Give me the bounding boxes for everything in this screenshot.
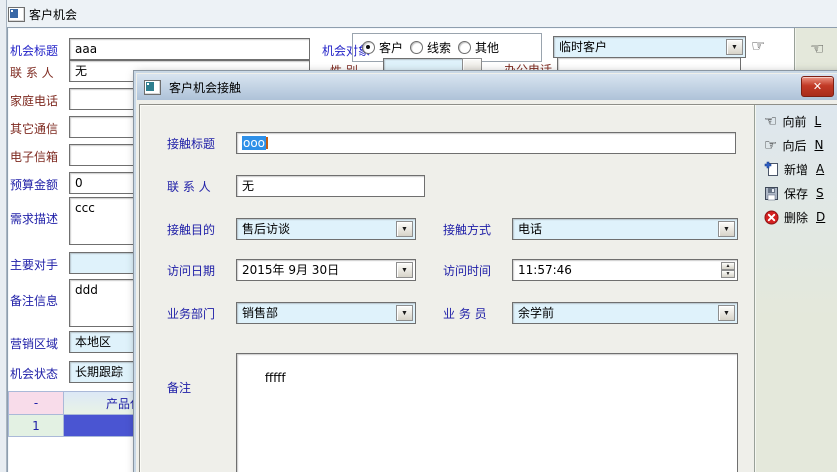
salesman-combo[interactable]: 余学前 ▼: [512, 302, 738, 324]
visit-date-picker[interactable]: 2015年 9月 30日 ▼: [236, 259, 416, 281]
target-combo[interactable]: 临时客户 ▼: [553, 36, 746, 58]
contact-label: 联 系 人: [10, 66, 54, 80]
visit-time-label: 访问时间: [443, 264, 491, 278]
dialog-title: 客户机会接触: [169, 79, 241, 96]
remark-label: 备注: [167, 381, 191, 395]
new-button[interactable]: 新增A: [764, 159, 824, 179]
department-label: 业务部门: [167, 307, 215, 321]
status-label: 机会状态: [10, 367, 58, 381]
main-window-button-panel: ☜: [794, 28, 837, 70]
grid-selected-cell[interactable]: [63, 414, 143, 437]
delete-circle-icon: [764, 210, 779, 225]
remark-textarea[interactable]: fffff: [236, 353, 738, 472]
visit-date-label: 访问日期: [167, 264, 215, 278]
hand-right-icon: ☞: [764, 138, 777, 153]
grid-header-rowmark[interactable]: -: [8, 391, 64, 415]
note-label: 备注信息: [10, 294, 58, 308]
salesman-label: 业 务 员: [443, 307, 487, 321]
selected-text: ooo: [242, 136, 266, 150]
radio-icon: [410, 41, 423, 54]
nav-prev-button[interactable]: ☜ 向前L: [764, 111, 821, 131]
save-floppy-icon: [764, 186, 779, 201]
contact-person-label: 联 系 人: [167, 180, 211, 194]
dropdown-arrow-icon[interactable]: ▼: [718, 305, 735, 321]
radio-icon: [458, 41, 471, 54]
method-combo[interactable]: 电话 ▼: [512, 218, 738, 240]
spinner-down-icon[interactable]: ▼: [721, 270, 735, 278]
purpose-combo[interactable]: 售后访谈 ▼: [236, 218, 416, 240]
contact-title-label: 接触标题: [167, 137, 215, 151]
save-button[interactable]: 保存S: [764, 183, 824, 203]
opportunity-title-label: 机会标题: [10, 44, 58, 58]
dropdown-arrow-icon[interactable]: ▼: [396, 305, 413, 321]
radio-other[interactable]: 其他: [458, 39, 499, 56]
dropdown-arrow-icon[interactable]: ▼: [726, 39, 743, 55]
visit-time-spinner[interactable]: 11:57:46 ▲ ▼: [512, 259, 738, 281]
text-caret: [266, 137, 268, 149]
delete-button[interactable]: 删除D: [764, 207, 825, 227]
grid-row-number[interactable]: 1: [8, 414, 64, 437]
radio-lead[interactable]: 线索: [410, 39, 451, 56]
demand-label: 需求描述: [10, 212, 58, 226]
nav-next-button[interactable]: ☞ 向后N: [764, 135, 823, 155]
dropdown-arrow-icon[interactable]: ▼: [718, 221, 735, 237]
home-phone-label: 家庭电话: [10, 94, 58, 108]
dropdown-arrow-icon[interactable]: ▼: [396, 262, 413, 278]
department-combo[interactable]: 销售部 ▼: [236, 302, 416, 324]
opportunity-title-input[interactable]: aaa: [69, 38, 310, 60]
window-icon: [8, 7, 25, 22]
other-comm-label: 其它通信: [10, 122, 58, 136]
contact-person-input[interactable]: 无: [236, 175, 425, 197]
new-document-icon: [764, 161, 779, 177]
email-label: 电子信箱: [10, 150, 58, 164]
dropdown-arrow-icon[interactable]: ▼: [396, 221, 413, 237]
method-label: 接触方式: [443, 223, 491, 237]
region-label: 营销区域: [10, 337, 58, 351]
hand-left-icon[interactable]: ☜: [810, 41, 824, 57]
screen: 客户机会 机会标题 aaa 机会对象 客户 线索 其他 临时客户 ▼ ☞ ☜ 联…: [0, 0, 837, 472]
select-customer-hand-icon[interactable]: ☞: [751, 38, 765, 54]
budget-label: 预算金额: [10, 178, 58, 192]
hand-left-icon: ☜: [764, 114, 777, 129]
radio-selected-icon: [362, 41, 375, 54]
contact-title-input[interactable]: ooo: [236, 132, 736, 154]
window-left-border: [0, 0, 7, 472]
purpose-label: 接触目的: [167, 223, 215, 237]
radio-customer[interactable]: 客户: [362, 39, 403, 56]
close-icon[interactable]: ✕: [801, 76, 834, 97]
window-title: 客户机会: [29, 6, 77, 23]
dialog-icon: [144, 80, 161, 95]
spinner-up-icon[interactable]: ▲: [721, 262, 735, 270]
rival-label: 主要对手: [10, 258, 58, 272]
contact-dialog: 客户机会接触 ✕ 接触标题 ooo 联 系 人 无 接触目的 售后访谈 ▼ 接触…: [133, 70, 837, 472]
dialog-titlebar[interactable]: 客户机会接触: [137, 74, 837, 100]
